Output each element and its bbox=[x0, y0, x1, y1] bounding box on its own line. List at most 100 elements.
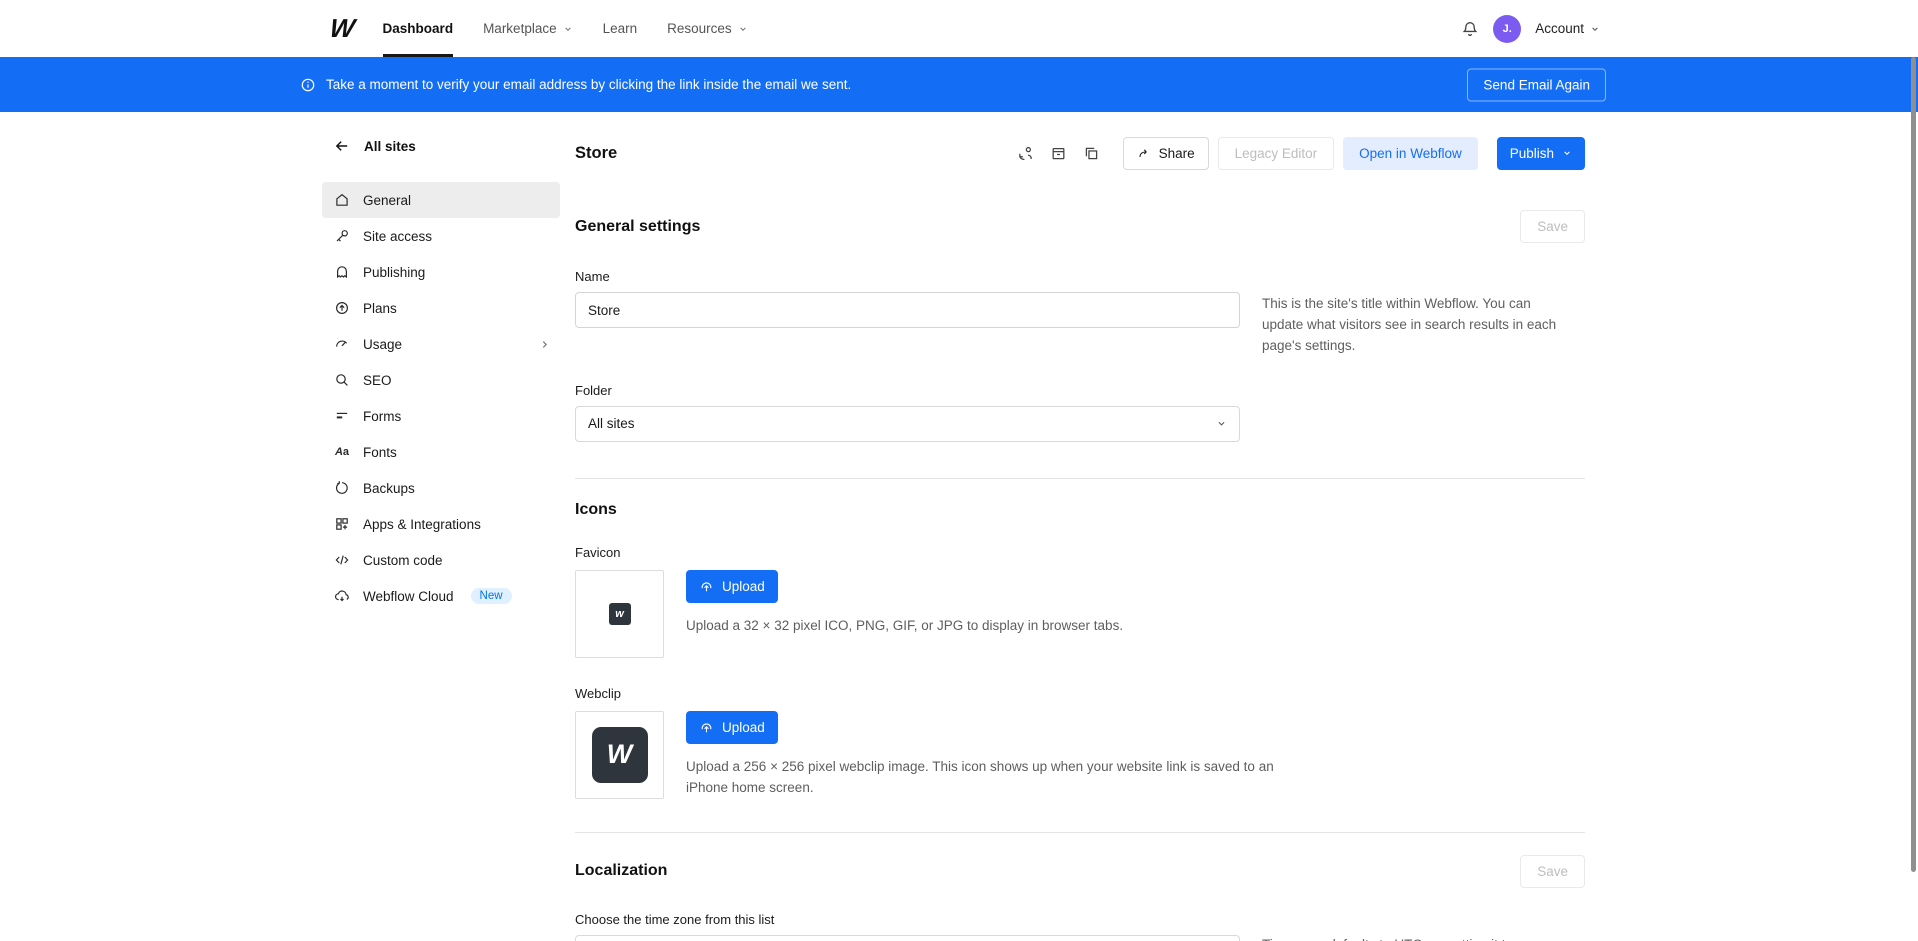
webflow-dashboard-page: W Dashboard Marketplace Learn Resources bbox=[0, 0, 1918, 941]
sidebar-item-site-access[interactable]: Site access bbox=[322, 218, 560, 254]
archive-icon[interactable] bbox=[1050, 145, 1067, 162]
nav-item-label: Resources bbox=[667, 21, 732, 36]
main-content: Store Share bbox=[575, 112, 1585, 941]
webclip-help-text: Upload a 256 × 256 pixel webclip image. … bbox=[686, 757, 1276, 799]
webclip-preview: W bbox=[575, 711, 664, 799]
nav-item-resources[interactable]: Resources bbox=[667, 0, 748, 57]
banner-message: Take a moment to verify your email addre… bbox=[326, 77, 851, 92]
duplicate-icon[interactable] bbox=[1083, 145, 1100, 162]
sidebar-item-label: Forms bbox=[363, 409, 401, 424]
sidebar-item-plans[interactable]: Plans bbox=[322, 290, 560, 326]
sidebar-item-apps-integrations[interactable]: Apps & Integrations bbox=[322, 506, 560, 542]
name-label: Name bbox=[575, 269, 1585, 284]
share-button[interactable]: Share bbox=[1123, 137, 1209, 170]
folder-label: Folder bbox=[575, 383, 1585, 398]
plans-up-circle-icon bbox=[334, 300, 350, 316]
favicon-upload-button[interactable]: Upload bbox=[686, 570, 778, 603]
top-navigation: W Dashboard Marketplace Learn Resources bbox=[0, 0, 1918, 57]
chevron-down-icon bbox=[738, 24, 748, 34]
general-save-button[interactable]: Save bbox=[1520, 210, 1585, 243]
sidebar-item-webflow-cloud[interactable]: Webflow Cloud New bbox=[322, 578, 560, 614]
folder-selected-value: All sites bbox=[588, 416, 635, 431]
sidebar-item-seo[interactable]: SEO bbox=[322, 362, 560, 398]
notifications-bell-icon[interactable] bbox=[1461, 20, 1479, 38]
settings-sidebar: All sites General Site access Publishing bbox=[322, 112, 560, 614]
webflow-logo[interactable]: W bbox=[328, 13, 355, 44]
sidebar-item-label: General bbox=[363, 193, 411, 208]
sidebar-item-publishing[interactable]: Publishing bbox=[322, 254, 560, 290]
transfer-site-icon[interactable] bbox=[1017, 145, 1034, 162]
site-name-input[interactable] bbox=[575, 292, 1240, 328]
fonts-aa-icon: Aa bbox=[334, 444, 350, 460]
section-title: General settings bbox=[575, 218, 700, 236]
chevron-right-icon bbox=[539, 339, 550, 350]
scrollbar-track[interactable] bbox=[1908, 57, 1918, 941]
sidebar-item-label: Custom code bbox=[363, 553, 443, 568]
sidebar-item-label: Apps & Integrations bbox=[363, 517, 481, 532]
general-settings-header: General settings Save bbox=[575, 210, 1585, 243]
favicon-preview: w bbox=[575, 570, 664, 658]
sidebar-item-backups[interactable]: Backups bbox=[322, 470, 560, 506]
sidebar-item-label: Site access bbox=[363, 229, 432, 244]
webclip-upload-button[interactable]: Upload bbox=[686, 711, 778, 744]
nav-item-label: Dashboard bbox=[383, 21, 454, 36]
back-arrow-icon bbox=[334, 138, 350, 154]
upload-icon bbox=[699, 579, 714, 594]
publish-button[interactable]: Publish bbox=[1497, 137, 1585, 170]
sidebar-item-label: Fonts bbox=[363, 445, 397, 460]
sidebar-item-usage[interactable]: Usage bbox=[322, 326, 560, 362]
timezone-label: Choose the time zone from this list bbox=[575, 912, 1585, 927]
account-label: Account bbox=[1535, 21, 1584, 36]
legacy-editor-button[interactable]: Legacy Editor bbox=[1218, 137, 1335, 170]
favicon-help-text: Upload a 32 × 32 pixel ICO, PNG, GIF, or… bbox=[686, 616, 1123, 637]
chevron-down-icon bbox=[1562, 148, 1572, 158]
timezone-select[interactable]: [GMT+2:00] Europe/Paris bbox=[575, 935, 1240, 941]
key-icon bbox=[334, 228, 350, 244]
favicon-image: w bbox=[609, 603, 631, 625]
sidebar-item-label: Publishing bbox=[363, 265, 425, 280]
sidebar-item-label: Plans bbox=[363, 301, 397, 316]
nav-item-label: Marketplace bbox=[483, 21, 557, 36]
page-title: Store bbox=[575, 144, 617, 163]
divider bbox=[575, 832, 1585, 833]
back-to-all-sites[interactable]: All sites bbox=[322, 138, 560, 154]
usage-gauge-icon bbox=[334, 336, 350, 352]
chevron-down-icon bbox=[563, 24, 573, 34]
section-title: Localization bbox=[575, 862, 667, 880]
sidebar-menu: General Site access Publishing Plans bbox=[322, 182, 560, 614]
info-icon bbox=[300, 77, 316, 93]
avatar[interactable]: J. bbox=[1493, 15, 1521, 43]
upload-label: Upload bbox=[722, 579, 765, 594]
sidebar-item-forms[interactable]: Forms bbox=[322, 398, 560, 434]
sidebar-item-general[interactable]: General bbox=[322, 182, 560, 218]
divider bbox=[575, 478, 1585, 479]
webclip-upload-row: W Upload Upload a 256 × 256 pixel webcli… bbox=[575, 711, 1585, 799]
email-verify-banner: Take a moment to verify your email addre… bbox=[0, 57, 1918, 112]
nav-item-dashboard[interactable]: Dashboard bbox=[383, 0, 454, 57]
history-icon bbox=[334, 480, 350, 496]
publish-label: Publish bbox=[1510, 146, 1554, 161]
open-in-webflow-button[interactable]: Open in Webflow bbox=[1343, 137, 1478, 170]
send-email-again-button[interactable]: Send Email Again bbox=[1467, 68, 1606, 101]
account-menu[interactable]: Account bbox=[1535, 21, 1600, 36]
name-help-text: This is the site's title within Webflow.… bbox=[1262, 294, 1572, 357]
apps-grid-plus-icon bbox=[334, 516, 350, 532]
favicon-upload-row: w Upload Upload a 32 × 32 pixel ICO, PNG… bbox=[575, 570, 1585, 658]
folder-select[interactable]: All sites bbox=[575, 406, 1240, 442]
nav-item-learn[interactable]: Learn bbox=[603, 0, 638, 57]
search-icon bbox=[334, 372, 350, 388]
timezone-help-text: Time zone defaults to UTC, so setting it… bbox=[1262, 935, 1572, 941]
webclip-label: Webclip bbox=[575, 686, 1585, 701]
new-badge: New bbox=[471, 588, 512, 604]
sidebar-item-fonts[interactable]: Aa Fonts bbox=[322, 434, 560, 470]
nav-item-marketplace[interactable]: Marketplace bbox=[483, 0, 573, 57]
home-icon bbox=[334, 192, 350, 208]
scrollbar-thumb[interactable] bbox=[1911, 57, 1916, 872]
favicon-label: Favicon bbox=[575, 545, 1585, 560]
localization-save-button[interactable]: Save bbox=[1520, 855, 1585, 888]
sidebar-item-custom-code[interactable]: Custom code bbox=[322, 542, 560, 578]
cloud-icon bbox=[334, 588, 350, 604]
icons-section-header: Icons bbox=[575, 501, 1585, 519]
sidebar-item-label: Webflow Cloud bbox=[363, 589, 454, 604]
sidebar-item-label: SEO bbox=[363, 373, 392, 388]
